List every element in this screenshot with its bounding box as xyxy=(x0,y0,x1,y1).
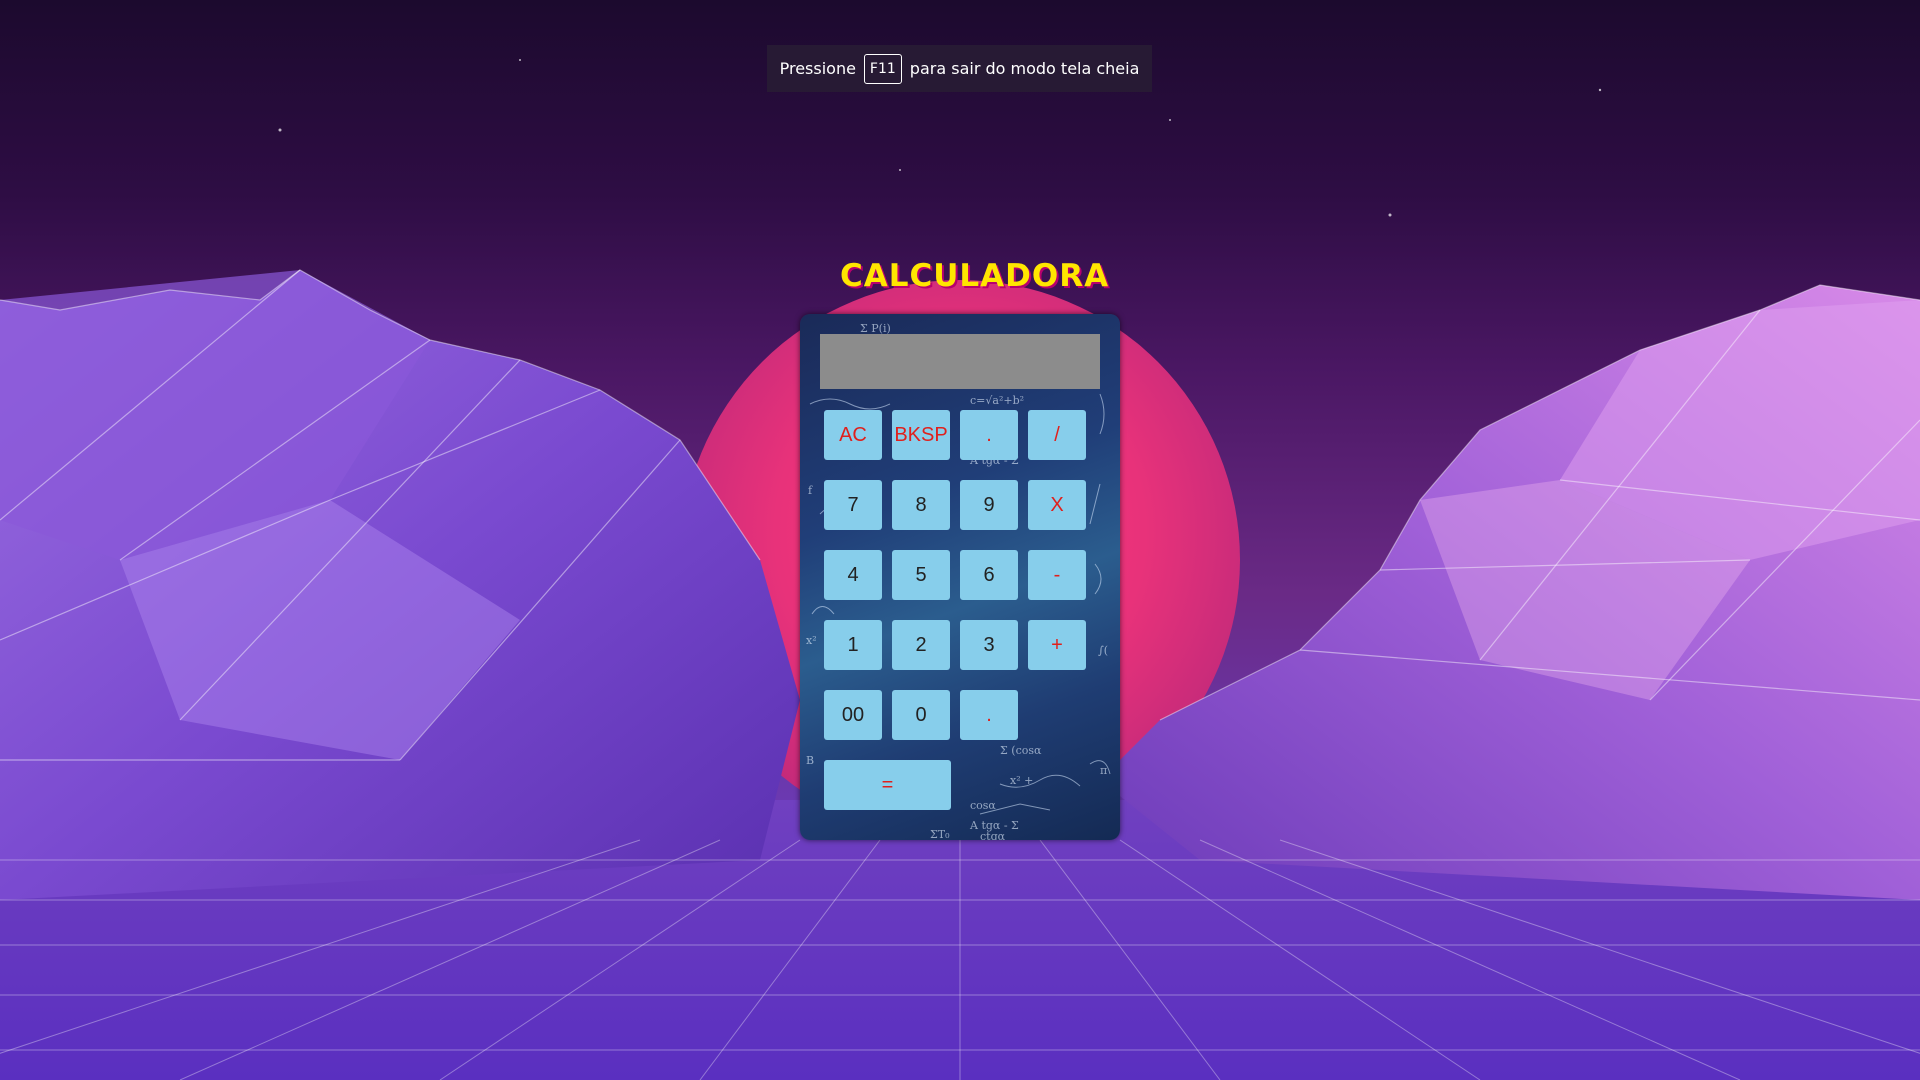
f11-key-badge: F11 xyxy=(863,53,902,84)
app-title: CALCULADORA xyxy=(840,258,1110,294)
svg-text:∫(: ∫( xyxy=(1098,644,1108,657)
subtract-button[interactable]: - xyxy=(1028,550,1086,600)
svg-text:f: f xyxy=(808,484,813,497)
digit-4-button[interactable]: 4 xyxy=(824,550,882,600)
svg-text:ctgα: ctgα xyxy=(980,830,1006,840)
digit-7-button[interactable]: 7 xyxy=(824,480,882,530)
fullscreen-notice: Pressione F11 para sair do modo tela che… xyxy=(767,45,1152,92)
digit-6-button[interactable]: 6 xyxy=(960,550,1018,600)
clear-button[interactable]: AC xyxy=(824,410,882,460)
backspace-button[interactable]: BKSP xyxy=(892,410,950,460)
decimal-op-button[interactable]: . xyxy=(960,410,1018,460)
digit-1-button[interactable]: 1 xyxy=(824,620,882,670)
digit-2-button[interactable]: 2 xyxy=(892,620,950,670)
svg-text:π: π xyxy=(1100,764,1107,777)
fullscreen-notice-prefix: Pressione xyxy=(779,59,856,78)
digit-3-button[interactable]: 3 xyxy=(960,620,1018,670)
svg-text:x²: x² xyxy=(806,634,817,647)
digit-5-button[interactable]: 5 xyxy=(892,550,950,600)
svg-text:ΣT₀: ΣT₀ xyxy=(930,828,950,840)
fullscreen-notice-suffix: para sair do modo tela cheia xyxy=(909,59,1140,78)
equals-button[interactable]: = xyxy=(824,760,951,810)
add-button[interactable]: + xyxy=(1028,620,1086,670)
digit-9-button[interactable]: 9 xyxy=(960,480,1018,530)
divide-button[interactable]: / xyxy=(1028,410,1086,460)
digit-8-button[interactable]: 8 xyxy=(892,480,950,530)
svg-text:Σ (cosα: Σ (cosα xyxy=(1000,744,1042,757)
svg-text:cosα: cosα xyxy=(970,799,996,812)
calculator-display[interactable] xyxy=(820,334,1100,389)
wallpaper-scene: Pressione F11 para sair do modo tela che… xyxy=(0,0,1920,1080)
svg-text:x² +: x² + xyxy=(1010,774,1033,787)
digit-0-button[interactable]: 0 xyxy=(892,690,950,740)
multiply-button[interactable]: X xyxy=(1028,480,1086,530)
decimal-button[interactable]: . xyxy=(960,690,1018,740)
calculator-panel: Σ P(i) c=√a²+b² A tgα - Σ f x² ∫( B Σ (c… xyxy=(800,314,1120,840)
svg-text:c=√a²+b²: c=√a²+b² xyxy=(970,394,1024,407)
svg-text:B: B xyxy=(806,754,814,767)
digit-00-button[interactable]: 00 xyxy=(824,690,882,740)
